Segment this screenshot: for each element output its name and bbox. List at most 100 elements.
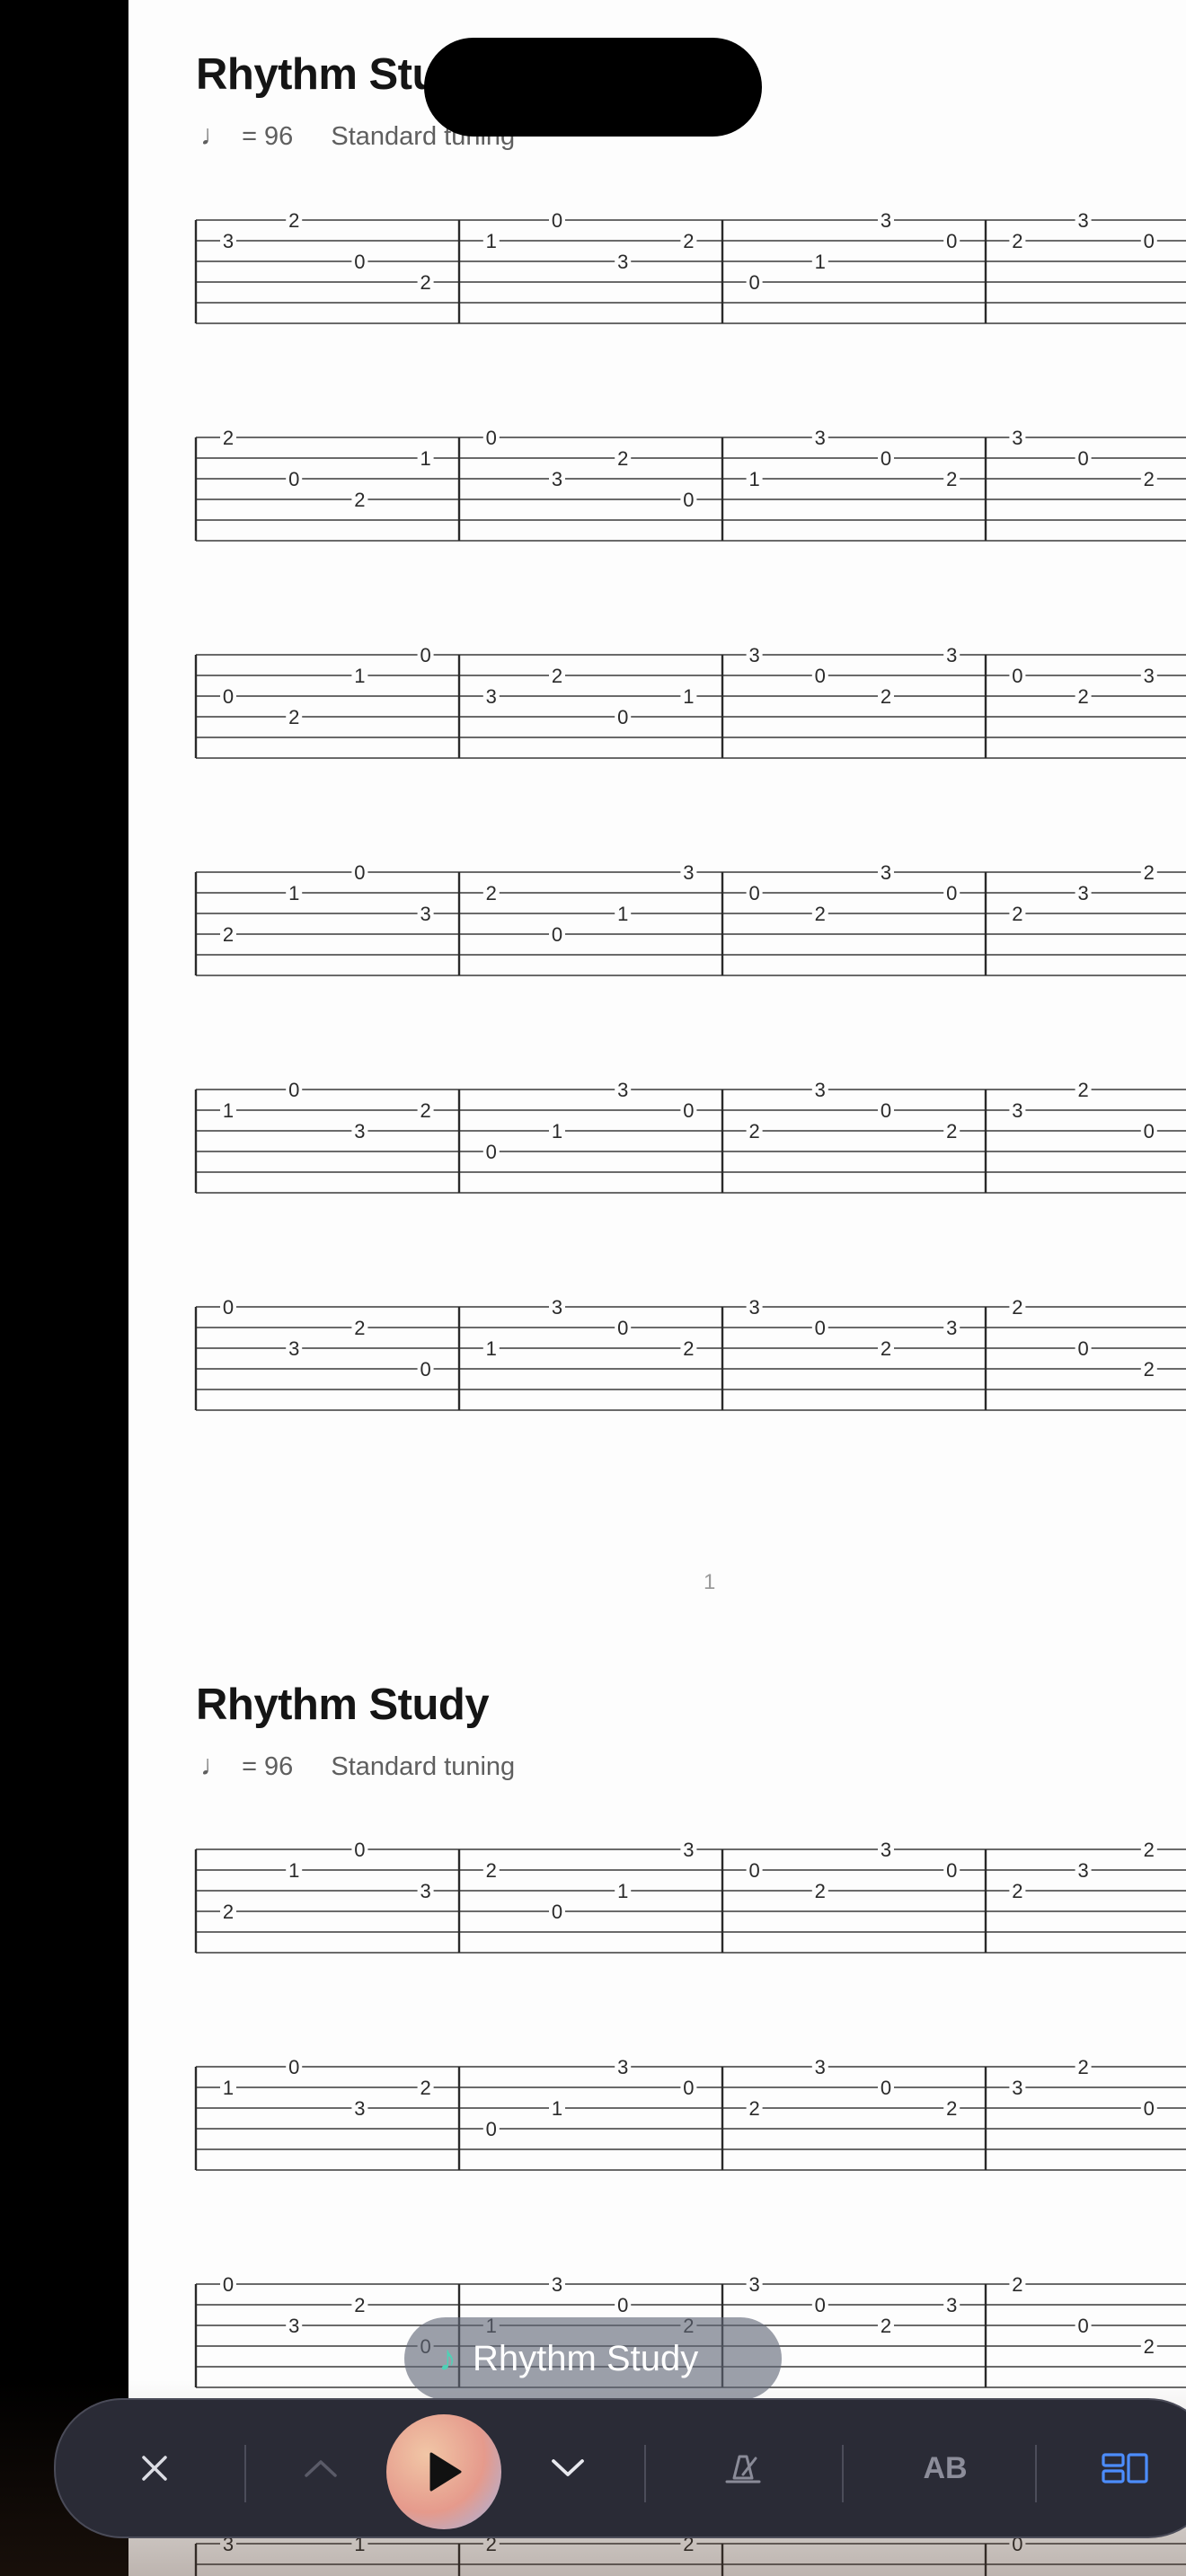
fret-number: 0 xyxy=(815,665,826,687)
fret-number: 3 xyxy=(748,1296,759,1319)
fret-number: 2 xyxy=(683,230,694,252)
fret-number: 0 xyxy=(683,2077,694,2099)
fret-number: 2 xyxy=(881,2315,891,2337)
fret-number: 3 xyxy=(420,1880,430,1902)
fret-number: 0 xyxy=(881,2077,891,2099)
fret-number: 0 xyxy=(683,489,694,511)
toolbar-separator xyxy=(842,2445,844,2502)
play-icon xyxy=(429,2452,462,2492)
fret-number: 1 xyxy=(552,1120,562,1142)
fret-number: 3 xyxy=(1012,1099,1022,1122)
fret-number: 2 xyxy=(946,2097,957,2120)
fret-number: 0 xyxy=(1144,2097,1155,2120)
fret-number: 3 xyxy=(881,1839,891,1861)
fret-number: 3 xyxy=(354,2097,365,2120)
now-playing-pill[interactable]: ♪ Rhythm Study xyxy=(404,2317,782,2400)
fret-number: 3 xyxy=(683,861,694,884)
music-note-icon: ♪ xyxy=(438,2338,456,2378)
fret-number: 2 xyxy=(354,2294,365,2316)
fret-number: 0 xyxy=(617,1317,628,1339)
fret-number: 3 xyxy=(288,1337,299,1360)
fret-number: 2 xyxy=(1077,685,1088,708)
fret-number: 2 xyxy=(223,923,234,946)
fret-number: 0 xyxy=(748,882,759,904)
fret-number: 2 xyxy=(815,903,826,925)
fret-number: 3 xyxy=(1144,665,1155,687)
score-page: Rhythm Study ♩ = 96 Standard tuning 1 Rh… xyxy=(128,0,1186,2576)
fret-number: 0 xyxy=(486,1141,497,1163)
chevron-up-icon xyxy=(305,2460,337,2477)
fret-number: 0 xyxy=(946,230,957,252)
fret-number: 3 xyxy=(552,1296,562,1319)
close-button[interactable] xyxy=(119,2436,190,2501)
fret-number: 0 xyxy=(881,1099,891,1122)
fret-number: 1 xyxy=(552,2097,562,2120)
fret-number: 0 xyxy=(1144,1120,1155,1142)
fret-number: 0 xyxy=(881,447,891,470)
fret-number: 0 xyxy=(354,1839,365,1861)
fret-number: 2 xyxy=(946,1120,957,1142)
fret-number: 3 xyxy=(552,2273,562,2296)
fret-number: 3 xyxy=(552,468,562,490)
fret-number: 2 xyxy=(946,468,957,490)
camera-notch xyxy=(424,38,762,137)
previous-button[interactable] xyxy=(285,2436,357,2501)
fret-number: 1 xyxy=(223,1099,234,1122)
fret-number: 0 xyxy=(748,271,759,294)
fret-number: 2 xyxy=(881,685,891,708)
fret-number: 0 xyxy=(552,1901,562,1923)
fret-number: 2 xyxy=(552,665,562,687)
fret-number: 3 xyxy=(683,1839,694,1861)
fret-number: 0 xyxy=(354,251,365,273)
fret-number: 1 xyxy=(617,903,628,925)
fret-number: 0 xyxy=(420,644,430,666)
fret-number: 1 xyxy=(683,685,694,708)
play-button[interactable] xyxy=(386,2414,501,2529)
fret-number: 3 xyxy=(815,2056,826,2078)
fret-number: 3 xyxy=(881,209,891,232)
fret-number: 0 xyxy=(552,923,562,946)
playback-toolbar: AB xyxy=(54,2398,1186,2538)
fret-number: 2 xyxy=(1012,903,1022,925)
layout-button[interactable] xyxy=(1080,2436,1170,2501)
fret-number: 3 xyxy=(1077,1859,1088,1882)
fret-number: 2 xyxy=(354,1317,365,1339)
fret-number: 2 xyxy=(1077,1079,1088,1101)
fret-number: 3 xyxy=(1012,2077,1022,2099)
fret-number: 3 xyxy=(748,644,759,666)
fret-number: 3 xyxy=(223,230,234,252)
fret-number: 0 xyxy=(815,2294,826,2316)
fret-number: 0 xyxy=(486,427,497,449)
fret-number: 3 xyxy=(815,1079,826,1101)
fret-number: 2 xyxy=(1144,2335,1155,2358)
now-playing-title: Rhythm Study xyxy=(473,2338,699,2378)
fret-number: 0 xyxy=(617,706,628,728)
fret-number: 2 xyxy=(748,2097,759,2120)
fret-number: 3 xyxy=(946,2294,957,2316)
fret-number: 3 xyxy=(617,2056,628,2078)
fret-number: 2 xyxy=(881,1337,891,1360)
fret-number: 0 xyxy=(486,2118,497,2140)
chevron-down-icon xyxy=(552,2459,584,2476)
next-button[interactable] xyxy=(532,2436,604,2501)
fret-number: 3 xyxy=(1012,427,1022,449)
fret-number: 0 xyxy=(223,2273,234,2296)
fret-number: 2 xyxy=(683,1337,694,1360)
fret-number: 0 xyxy=(748,1859,759,1882)
fret-number: 2 xyxy=(486,882,497,904)
fret-number: 2 xyxy=(1077,2056,1088,2078)
fret-number: 3 xyxy=(617,1079,628,1101)
fret-number: 2 xyxy=(1144,1358,1155,1381)
ab-loop-button[interactable]: AB xyxy=(896,2436,995,2501)
fret-number: 1 xyxy=(486,230,497,252)
fret-number: 0 xyxy=(288,468,299,490)
fret-number: 2 xyxy=(420,2077,430,2099)
toolbar-separator xyxy=(644,2445,646,2502)
fret-number: 1 xyxy=(420,447,430,470)
fret-number: 1 xyxy=(815,251,826,273)
metronome-button[interactable] xyxy=(707,2434,779,2502)
fret-number: 0 xyxy=(223,1296,234,1319)
fret-number: 1 xyxy=(617,1880,628,1902)
fret-number: 2 xyxy=(1144,861,1155,884)
fret-number: 0 xyxy=(946,882,957,904)
